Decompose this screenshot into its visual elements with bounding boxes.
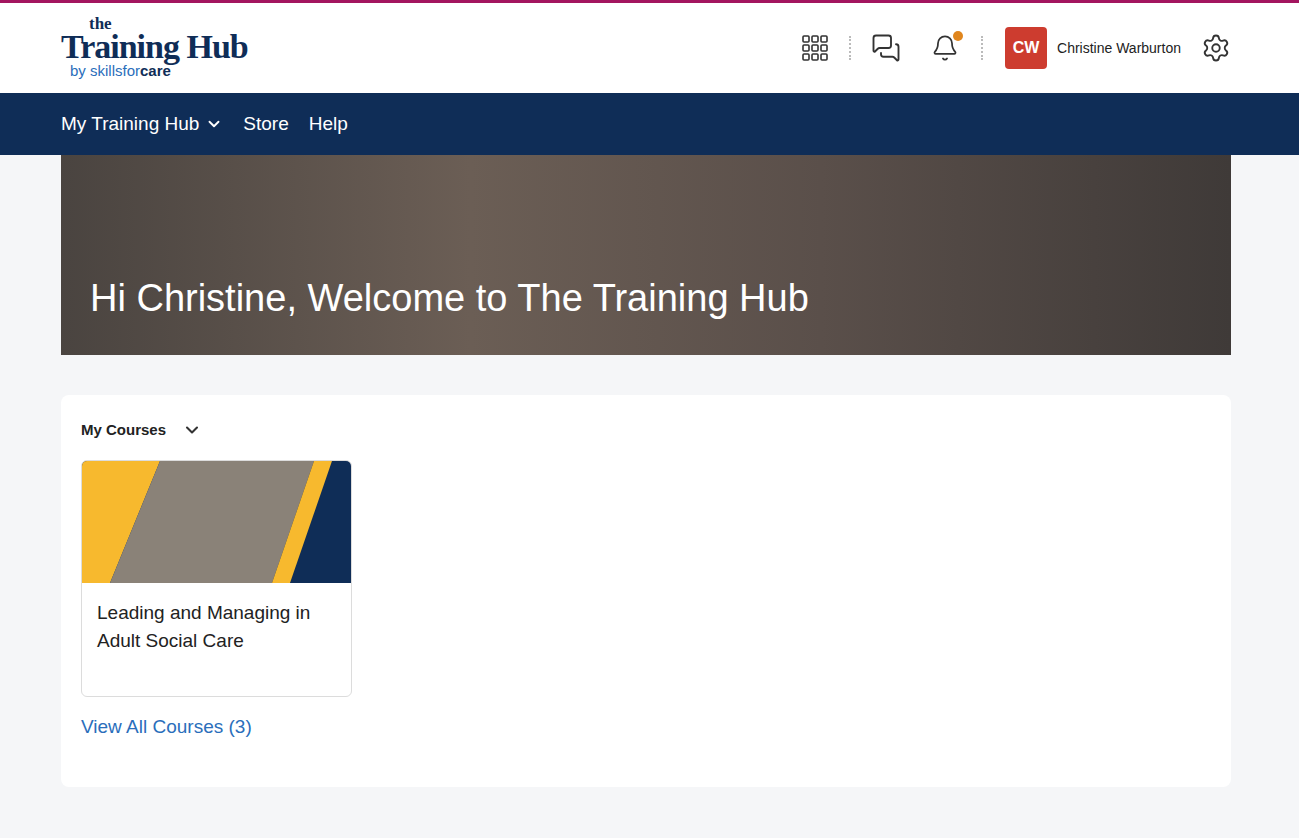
- courses-widget: My Courses Leading and Managing in Adult …: [61, 395, 1231, 787]
- nav-item[interactable]: Store: [243, 110, 288, 139]
- course-title: Leading and Managing in Adult Social Car…: [82, 583, 351, 669]
- gear-icon[interactable]: [1201, 33, 1231, 63]
- avatar: CW: [1005, 27, 1047, 69]
- nav-bar: My Training Hub Store Help: [0, 93, 1299, 155]
- user-menu[interactable]: CW Christine Warburton: [1005, 27, 1181, 69]
- messages-icon[interactable]: [871, 33, 901, 63]
- chevron-down-icon: [205, 115, 223, 133]
- view-all-link[interactable]: View All Courses (3): [81, 713, 1211, 742]
- header-actions: CW Christine Warburton: [801, 27, 1231, 69]
- notification-dot: [953, 31, 963, 41]
- bell-wrap[interactable]: [931, 34, 959, 62]
- nav-item[interactable]: Help: [309, 110, 348, 139]
- page: theTraining Hubby skillsforcare CW Christi…: [0, 0, 1299, 838]
- separator: [981, 36, 983, 60]
- course-image: [82, 461, 352, 583]
- header: theTraining Hubby skillsforcare CW Christi…: [0, 3, 1299, 93]
- chevron-down-icon[interactable]: [182, 420, 202, 440]
- logo[interactable]: theTraining Hubby skillsforcare: [61, 17, 248, 79]
- course-card[interactable]: Leading and Managing in Adult Social Car…: [81, 460, 352, 697]
- widget-header[interactable]: My Courses: [81, 419, 1211, 442]
- hero: Hi Christine, Welcome to The Training Hu…: [61, 155, 1231, 355]
- nav-item[interactable]: My Training Hub: [61, 110, 223, 139]
- hero-title: Hi Christine, Welcome to The Training Hu…: [90, 275, 809, 321]
- apps-grid-icon[interactable]: [801, 34, 829, 62]
- course-list: Leading and Managing in Adult Social Car…: [81, 460, 1211, 697]
- user-name: Christine Warburton: [1057, 38, 1181, 59]
- separator: [849, 36, 851, 60]
